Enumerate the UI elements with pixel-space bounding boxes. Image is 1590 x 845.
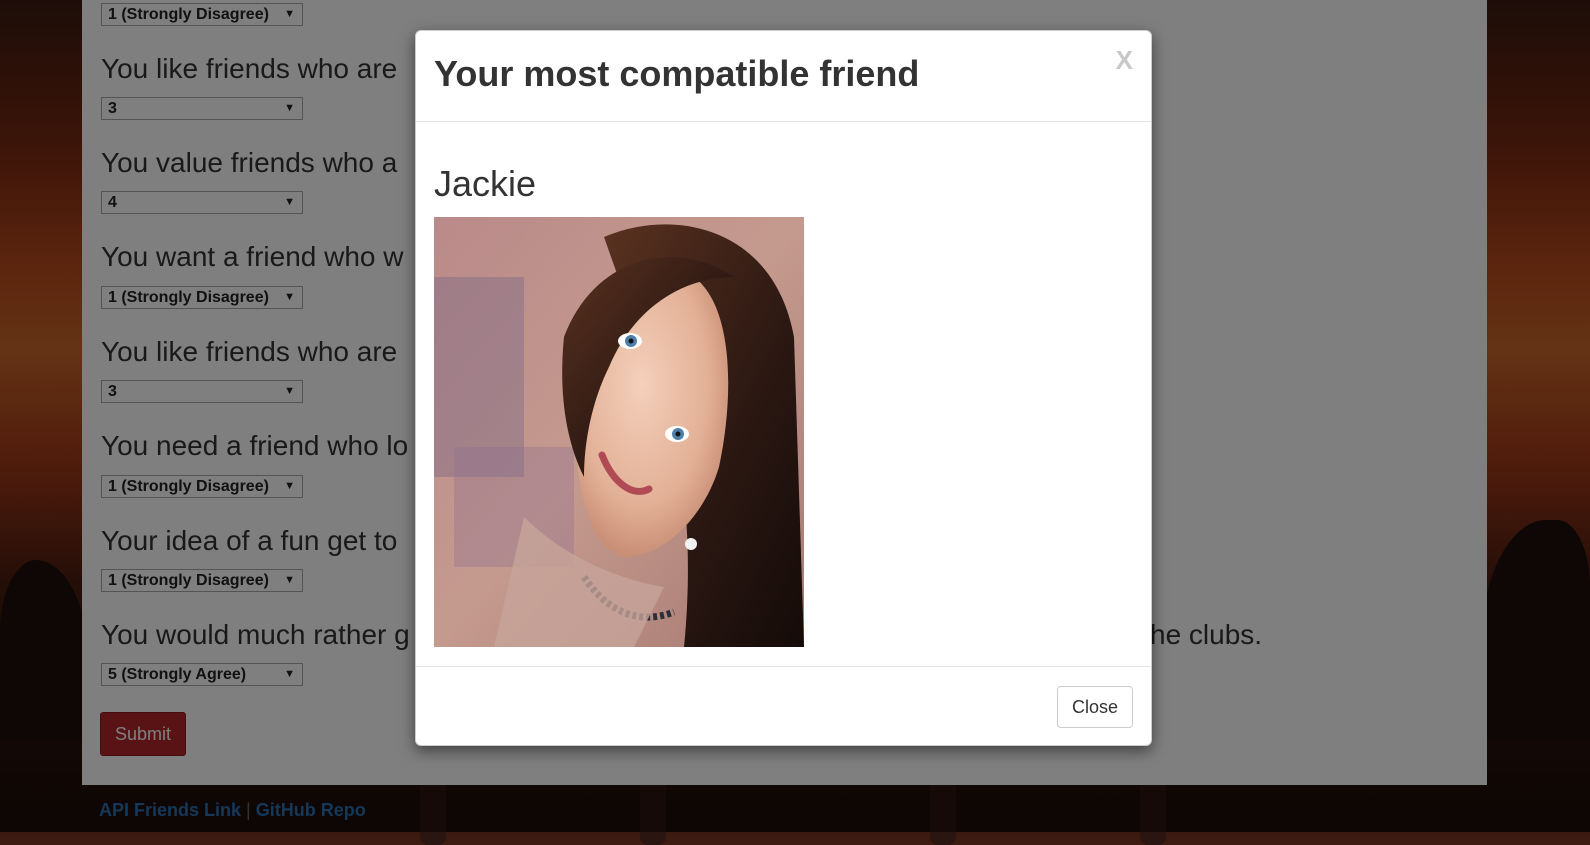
modal-footer: Close <box>416 666 1151 747</box>
friend-name: Jackie <box>434 163 537 204</box>
modal-header: Your most compatible friend X <box>416 31 1151 122</box>
close-button[interactable]: Close <box>1057 686 1133 728</box>
modal-title: Your most compatible friend <box>434 53 920 94</box>
close-icon[interactable]: X <box>1116 45 1133 76</box>
friend-photo <box>434 217 804 647</box>
match-modal: Your most compatible friend X Jackie Clo… <box>415 30 1152 746</box>
